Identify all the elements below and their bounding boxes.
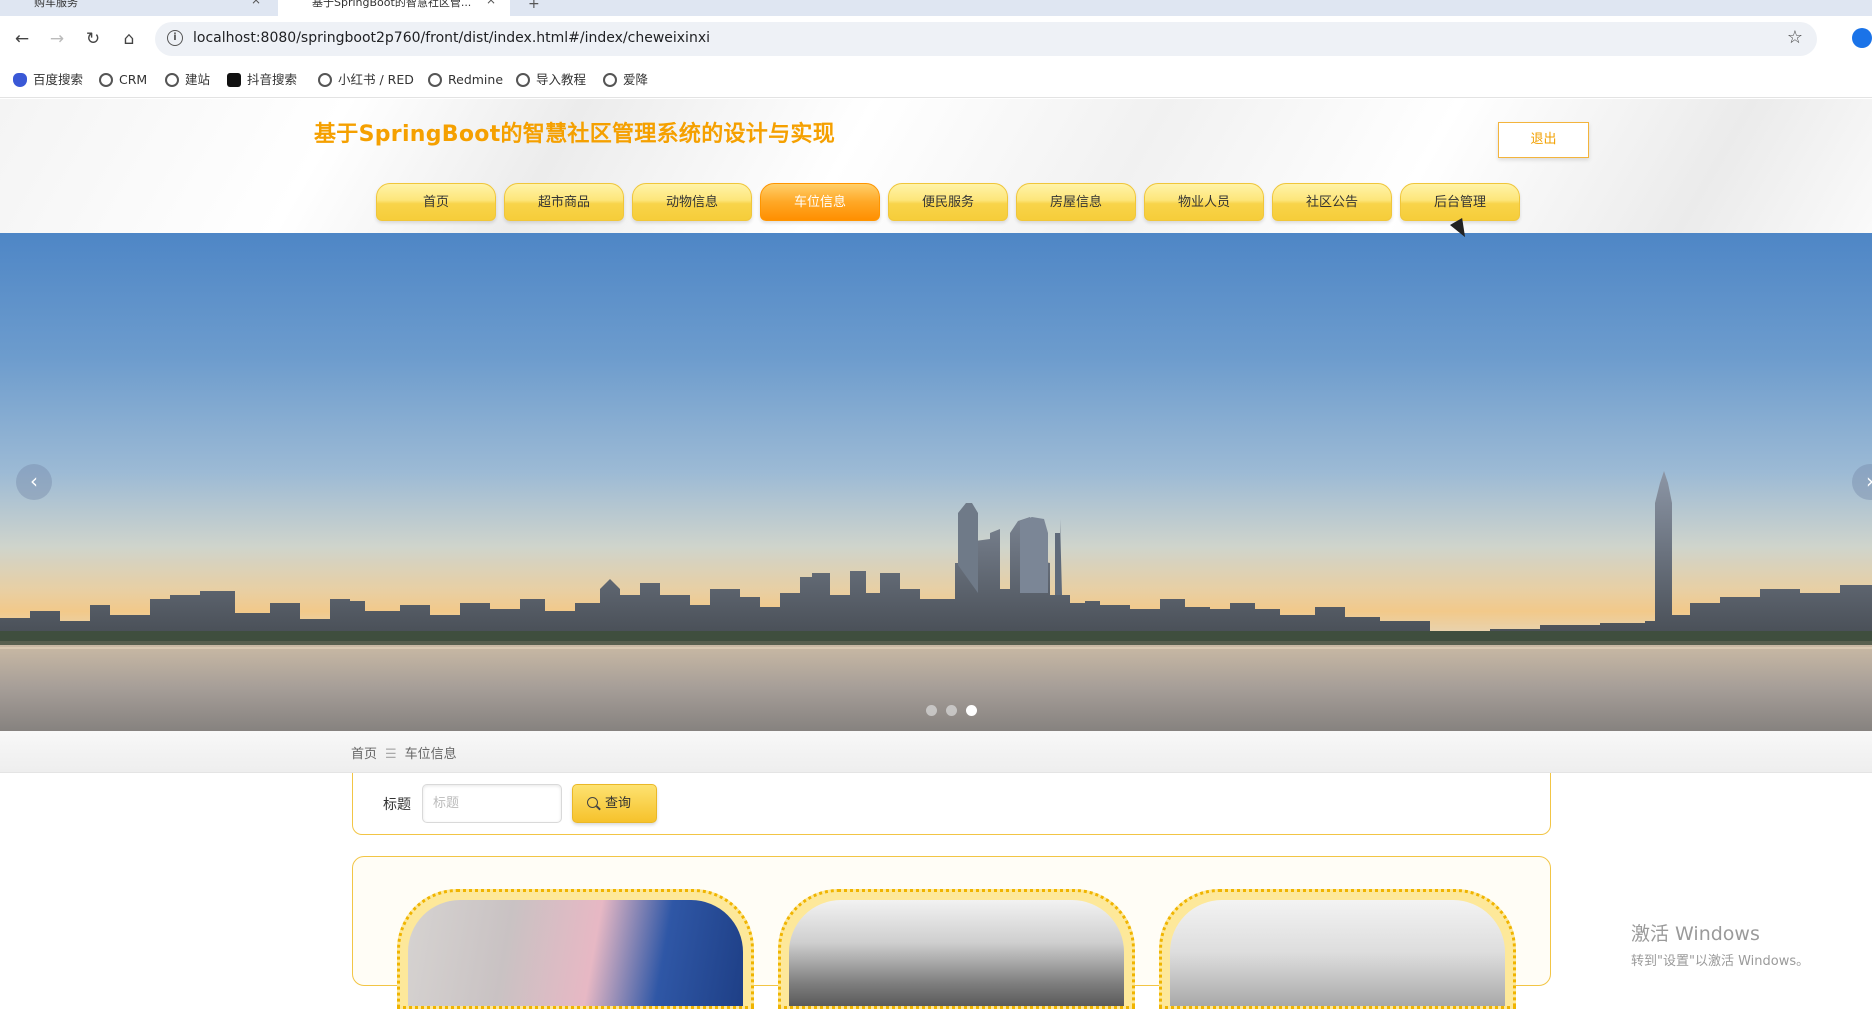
- nav-staff[interactable]: 物业人员: [1144, 183, 1264, 221]
- parking-card-panel: [352, 856, 1551, 1009]
- nav-supermarket[interactable]: 超市商品: [504, 183, 624, 221]
- chevron-left-icon: ‹: [30, 469, 38, 493]
- search-button[interactable]: 查询: [572, 784, 657, 823]
- bookmark-redmine[interactable]: Redmine: [428, 70, 503, 90]
- windows-activation-watermark: 激活 Windows 转到"设置"以激活 Windows。: [1631, 919, 1809, 969]
- bookmark-label: 导入教程: [536, 72, 587, 87]
- bookmark-douyin[interactable]: 抖音搜索: [227, 70, 297, 90]
- parking-card-2[interactable]: [778, 889, 1135, 1009]
- new-tab-icon[interactable]: +: [528, 0, 540, 12]
- carousel-dot-1[interactable]: [926, 705, 937, 716]
- breadcrumb-bar: 首页 ☰ 车位信息: [0, 731, 1872, 773]
- baidu-icon: [13, 73, 27, 87]
- globe-icon: [165, 73, 179, 87]
- search-icon: [587, 797, 598, 808]
- browser-tab-strip: 购车服务 × 基于SpringBoot的智慧社区管... × +: [0, 0, 1872, 16]
- bookmark-baidu[interactable]: 百度搜索: [13, 70, 83, 90]
- nav-notices[interactable]: 社区公告: [1272, 183, 1392, 221]
- url-text: localhost:8080/springboot2p760/front/dis…: [193, 30, 710, 46]
- globe-icon: [428, 73, 442, 87]
- banner-carousel: ‹ ›: [0, 233, 1872, 731]
- search-panel: 标题 标题 查询: [352, 773, 1551, 835]
- carousel-dot-2[interactable]: [946, 705, 957, 716]
- nav-housing[interactable]: 房屋信息: [1016, 183, 1136, 221]
- globe-icon: [318, 73, 332, 87]
- breadcrumb: 首页 ☰ 车位信息: [351, 743, 457, 762]
- bookmark-label: 爱降: [623, 72, 649, 87]
- city-skyline-image: [0, 471, 1872, 731]
- nav-animals[interactable]: 动物信息: [632, 183, 752, 221]
- bookmark-label: CRM: [119, 72, 148, 87]
- home-icon[interactable]: ⌂: [118, 28, 140, 50]
- nav-parking[interactable]: 车位信息: [760, 183, 880, 221]
- globe-icon: [99, 73, 113, 87]
- bookmark-aijiang[interactable]: 爱降: [603, 70, 648, 90]
- watermark-line-2: 转到"设置"以激活 Windows。: [1631, 954, 1810, 969]
- title-search-input[interactable]: 标题: [422, 784, 562, 823]
- parking-photo: [789, 900, 1124, 1006]
- chevron-right-icon: ›: [1866, 469, 1872, 493]
- carousel-prev-button[interactable]: ‹: [16, 464, 52, 500]
- bookmark-jianzhan[interactable]: 建站: [165, 70, 210, 90]
- search-button-label: 查询: [605, 796, 632, 811]
- site-info-icon[interactable]: i: [167, 30, 183, 46]
- forward-icon[interactable]: →: [46, 28, 68, 50]
- browser-tab-1[interactable]: 购车服务 ×: [0, 0, 275, 16]
- carousel-dot-3[interactable]: [966, 705, 977, 716]
- close-icon[interactable]: ×: [486, 0, 496, 6]
- parking-card-3[interactable]: [1159, 889, 1516, 1009]
- browser-tab-2[interactable]: 基于SpringBoot的智慧社区管... ×: [278, 0, 510, 16]
- bookmark-label: 小红书 / RED: [338, 72, 414, 87]
- breadcrumb-home[interactable]: 首页: [351, 747, 377, 762]
- parking-photo: [1170, 900, 1505, 1006]
- nav-services[interactable]: 便民服务: [888, 183, 1008, 221]
- parking-photo: [408, 900, 743, 1006]
- globe-icon: [516, 73, 530, 87]
- reload-icon[interactable]: ↻: [82, 28, 104, 50]
- bookmark-label: Redmine: [448, 72, 504, 87]
- address-bar[interactable]: i localhost:8080/springboot2p760/front/d…: [155, 22, 1817, 56]
- profile-avatar-icon[interactable]: [1852, 28, 1872, 48]
- bookmarks-bar: 百度搜索 CRM 建站 抖音搜索 小红书 / RED Redmine 导入教程 …: [0, 62, 1872, 98]
- nav-admin[interactable]: 后台管理: [1400, 183, 1520, 221]
- bookmark-label: 百度搜索: [33, 72, 84, 87]
- tab-title: 购车服务: [34, 0, 78, 9]
- site-title: 基于SpringBoot的智慧社区管理系统的设计与实现: [314, 122, 836, 147]
- bookmark-xiaohongshu[interactable]: 小红书 / RED: [318, 70, 414, 90]
- breadcrumb-separator-icon: ☰: [385, 747, 397, 762]
- tab-title: 基于SpringBoot的智慧社区管...: [312, 0, 472, 9]
- bookmark-label: 抖音搜索: [247, 72, 298, 87]
- nav-home[interactable]: 首页: [376, 183, 496, 221]
- logout-button[interactable]: 退出: [1498, 122, 1589, 158]
- watermark-line-1: 激活 Windows: [1631, 923, 1760, 945]
- browser-toolbar: ← → ↻ ⌂ i localhost:8080/springboot2p760…: [0, 16, 1872, 62]
- breadcrumb-current: 车位信息: [404, 747, 457, 762]
- close-icon[interactable]: ×: [251, 0, 261, 6]
- search-label: 标题: [383, 797, 411, 813]
- bookmark-star-icon[interactable]: ☆: [1787, 27, 1803, 48]
- bookmark-crm[interactable]: CRM: [99, 70, 147, 90]
- tiktok-icon: [227, 73, 241, 87]
- site-header: 基于SpringBoot的智慧社区管理系统的设计与实现 退出 首页 超市商品 动…: [0, 99, 1872, 233]
- globe-icon: [603, 73, 617, 87]
- bookmark-import-tutorial[interactable]: 导入教程: [516, 70, 586, 90]
- parking-card-1[interactable]: [397, 889, 754, 1009]
- back-icon[interactable]: ←: [11, 28, 33, 50]
- bookmark-label: 建站: [185, 72, 211, 87]
